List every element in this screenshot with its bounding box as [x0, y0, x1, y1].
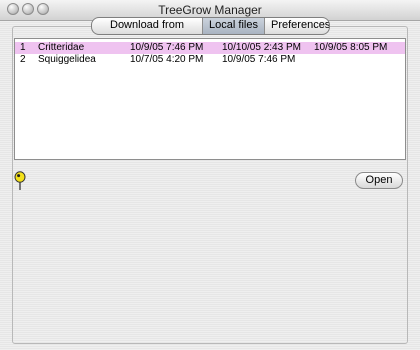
pushpin-icon	[14, 171, 26, 190]
file-date-1: 10/7/05 4:20 PM	[130, 54, 204, 65]
file-row-critteridae[interactable]: 1 Critteridae 10/9/05 7:46 PM 10/10/05 2…	[15, 42, 405, 54]
tab-local-files[interactable]: Local files	[203, 18, 265, 34]
open-button[interactable]: Open	[355, 172, 403, 189]
file-date-1: 10/9/05 7:46 PM	[130, 42, 204, 53]
row-index: 1	[20, 42, 26, 53]
file-row-squiggelidea[interactable]: 2 Squiggelidea 10/7/05 4:20 PM 10/9/05 7…	[15, 54, 405, 66]
window: TreeGrow Manager Download from server Lo…	[0, 0, 420, 350]
tab-preferences[interactable]: Preferences	[265, 18, 329, 34]
file-date-3: 10/9/05 8:05 PM	[314, 42, 388, 53]
tab-bar: Download from server Local files Prefere…	[91, 17, 330, 35]
window-title: TreeGrow Manager	[158, 3, 262, 17]
file-name: Critteridae	[38, 42, 85, 53]
file-date-2: 10/10/05 2:43 PM	[222, 42, 301, 53]
row-index: 2	[20, 54, 26, 65]
file-name: Squiggelidea	[38, 54, 96, 65]
local-files-list[interactable]: 1 Critteridae 10/9/05 7:46 PM 10/10/05 2…	[14, 38, 406, 160]
tab-download-from-server[interactable]: Download from server	[92, 18, 203, 34]
file-date-2: 10/9/05 7:46 PM	[222, 54, 296, 65]
